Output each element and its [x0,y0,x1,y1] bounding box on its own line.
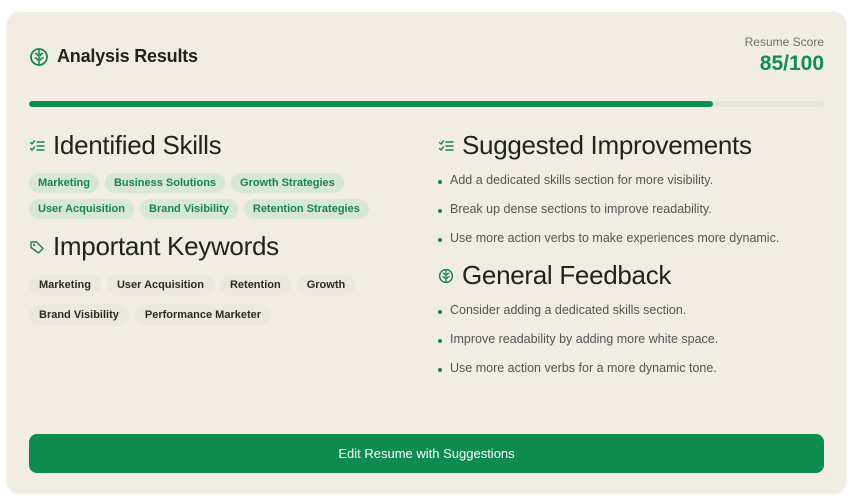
checklist-icon [438,138,454,154]
feedback-text: Improve readability by adding more white… [450,331,719,346]
tag-icon [29,239,45,255]
feedback-list: Consider adding a dedicated skills secti… [438,295,838,382]
skill-tag: Brand Visibility [140,199,238,219]
right-column: Suggested Improvements Add a dedicated s… [438,130,838,382]
keywords-section-header: Important Keywords [29,231,399,262]
list-item: Improve readability by adding more white… [438,324,838,353]
skills-section-header: Identified Skills [29,130,399,161]
improvement-text: Use more action verbs to make experience… [450,230,780,245]
analysis-results-card: Analysis Results Resume Score 85/100 Ide… [7,12,846,493]
edit-resume-button[interactable]: Edit Resume with Suggestions [29,434,824,473]
list-item: Use more action verbs to make experience… [438,223,838,252]
left-column: Identified Skills Marketing Business Sol… [29,130,399,326]
skills-title: Identified Skills [53,130,222,160]
score-label: Resume Score [744,35,824,49]
page-title: Analysis Results [57,46,198,66]
improvements-title: Suggested Improvements [462,130,752,160]
bullet-dot [438,309,442,314]
keyword-tag: Performance Marketer [134,304,272,326]
improvements-section-header: Suggested Improvements [438,130,838,161]
brain-icon [29,47,49,67]
keywords-tag-list: Marketing User Acquisition Retention Gro… [29,274,369,326]
skills-tag-list: Marketing Business Solutions Growth Stra… [29,173,389,219]
score-progress-bar [29,101,824,107]
skill-tag: Growth Strategies [231,173,344,193]
brain-icon [438,268,454,284]
keyword-tag: Brand Visibility [29,304,129,326]
feedback-text: Use more action verbs for a more dynamic… [450,360,717,375]
bullet-dot [438,237,442,242]
keyword-tag: Growth [296,274,356,296]
skill-tag: User Acquisition [29,199,134,219]
feedback-title: General Feedback [462,260,672,290]
list-item: Break up dense sections to improve reada… [438,194,838,223]
keywords-title: Important Keywords [53,231,279,261]
skill-tag: Marketing [29,173,99,193]
skill-tag: Business Solutions [104,173,226,193]
skill-tag: Retention Strategies [243,199,369,219]
bullet-dot [438,338,442,343]
improvement-text: Add a dedicated skills section for more … [450,172,714,187]
keyword-tag: User Acquisition [106,274,214,296]
bullet-dot [438,208,442,213]
bullet-dot [438,367,442,372]
improvements-list: Add a dedicated skills section for more … [438,165,838,252]
feedback-section-header: General Feedback [438,260,838,291]
list-item: Consider adding a dedicated skills secti… [438,295,838,324]
checklist-icon [29,138,45,154]
list-item: Use more action verbs for a more dynamic… [438,353,838,382]
improvement-text: Break up dense sections to improve reada… [450,201,712,216]
card-header: Analysis Results [29,46,198,67]
feedback-text: Consider adding a dedicated skills secti… [450,302,687,317]
keyword-tag: Marketing [29,274,101,296]
bullet-dot [438,179,442,184]
list-item: Add a dedicated skills section for more … [438,165,838,194]
score-value: 85/100 [759,52,824,75]
score-progress-fill [29,101,713,107]
resume-score: Resume Score 85/100 [745,35,824,76]
keyword-tag: Retention [219,274,291,296]
